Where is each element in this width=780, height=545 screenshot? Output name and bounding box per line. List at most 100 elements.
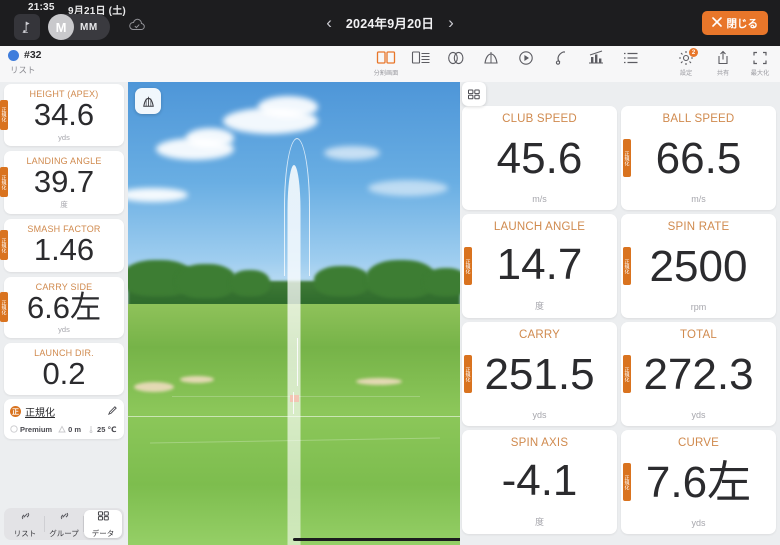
normalization-label: 正規化 (25, 408, 55, 420)
metric-value: 0.2 (42, 356, 86, 392)
right-metrics-panel: CLUB SPEED 45.6 m/s 正規化 BALL SPEED 66.5 … (460, 82, 780, 545)
close-button[interactable]: 閉じる (701, 11, 768, 35)
topbar-left-group: M MM (14, 14, 146, 40)
metric-card-curve[interactable]: 正規化 CURVE 7.6左 yds (621, 430, 776, 534)
ball-condition-label: Premium (20, 424, 53, 434)
avatar: M (48, 14, 74, 40)
metric-card-total[interactable]: 正規化 TOTAL 272.3 yds (621, 322, 776, 426)
metric-card-ball-speed[interactable]: 正規化 BALL SPEED 66.5 m/s (621, 106, 776, 210)
metric-card-launch-angle[interactable]: 正規化 LAUNCH ANGLE 14.7 度 (462, 214, 617, 318)
normalization-header: 正 正規化 (10, 403, 118, 421)
normalized-tab: 正規化 (623, 139, 631, 177)
normalized-tab: 正規化 (0, 230, 8, 261)
normalized-tab: 正規化 (623, 463, 631, 501)
normalization-conditions: Premium 0 m 25 ℃ (10, 425, 118, 434)
metric-card-landing-angle[interactable]: 正規化 LANDING ANGLE 39.7 度 (0, 150, 124, 215)
share-caption: 共有 (716, 70, 730, 77)
secondary-toolbar: #32 リスト 分割画面 2 設定 共有 最大化 (0, 46, 780, 82)
bottom-tab-list[interactable]: リスト (6, 510, 44, 538)
shot-simulation-view[interactable] (128, 82, 460, 545)
metric-label: SPIN AXIS (510, 437, 569, 449)
metric-card-launch-dir[interactable]: LAUNCH DIR. 0.2 (4, 343, 124, 395)
metric-label: CARRY (518, 329, 561, 341)
data-grid-icon (97, 509, 110, 527)
metric-card-smash-factor[interactable]: 正規化 SMASH FACTOR 1.46 (0, 219, 124, 272)
app-root: 21:35 9月21日 (土) M MM ‹ 2024年9月20日 › 閉じる (0, 0, 780, 545)
shot-shape-icon[interactable] (135, 88, 161, 114)
metric-card-height-apex[interactable]: 正規化 HEIGHT (APEX) 34.6 yds (0, 84, 124, 146)
grid-layout-icon[interactable] (462, 82, 486, 106)
account-name: MM (80, 21, 98, 33)
metric-unit: yds (532, 410, 547, 420)
table-layout-icon[interactable] (410, 49, 432, 67)
settings-badge: 2 (689, 48, 698, 57)
metric-value: 1.46 (33, 232, 95, 268)
ball-condition: Premium (10, 425, 52, 434)
shot-id-label: #32 (24, 49, 42, 61)
metrics-grid: CLUB SPEED 45.6 m/s 正規化 BALL SPEED 66.5 … (462, 106, 776, 534)
share-button[interactable]: 共有 (709, 49, 737, 77)
pencil-icon[interactable] (107, 403, 118, 421)
metric-value: 39.7 (33, 163, 95, 199)
bottom-tab-data[interactable]: データ (84, 510, 122, 538)
bottom-tab-label: グループ (49, 529, 79, 538)
metric-unit: m/s (691, 194, 706, 204)
metric-value: 66.5 (655, 133, 742, 183)
trajectory-icon[interactable] (480, 49, 502, 67)
status-time: 21:35 (28, 2, 55, 13)
normalized-tab: 正規化 (0, 99, 8, 130)
metric-label: CLUB SPEED (502, 113, 577, 125)
metric-card-club-speed[interactable]: CLUB SPEED 45.6 m/s (462, 106, 617, 210)
metric-unit: yds (58, 132, 70, 142)
split-screen-caption: 分割画面 (373, 70, 399, 77)
bottom-tab-bar: リスト グループ データ (4, 508, 124, 540)
normalized-tab: 正規化 (0, 167, 8, 198)
normalized-tab: 正規化 (623, 247, 631, 285)
cloud-shape (324, 146, 380, 160)
date-navigator: ‹ 2024年9月20日 › (300, 13, 480, 32)
metric-card-spin-axis[interactable]: SPIN AXIS -4.1 度 (462, 430, 617, 534)
metric-unit: 度 (534, 301, 544, 311)
tree-cluster (230, 270, 270, 296)
stats-chart-icon[interactable] (585, 49, 607, 67)
normalize-icon: 正 (10, 406, 21, 418)
metric-value: 6.6左 (26, 289, 102, 325)
prev-date-button[interactable]: ‹ (326, 14, 332, 31)
metric-card-carry-side[interactable]: 正規化 CARRY SIDE 6.6左 yds (0, 276, 124, 339)
list-icon[interactable] (620, 49, 642, 67)
shot-selector[interactable]: #32 (8, 49, 42, 61)
settings-caption: 設定 (679, 70, 693, 77)
close-x-icon (711, 16, 722, 30)
metric-value: -4.1 (501, 456, 578, 506)
split-screen-icon[interactable]: 分割画面 (373, 49, 399, 77)
club-path-icon[interactable] (550, 49, 572, 67)
next-date-button[interactable]: › (448, 14, 454, 31)
bottom-tab-group[interactable]: グループ (45, 510, 83, 538)
settings-button[interactable]: 2 設定 (672, 48, 700, 77)
maximize-caption: 最大化 (750, 70, 770, 77)
metric-unit: m/s (532, 194, 547, 204)
tree-cluster (424, 268, 460, 296)
account-chip[interactable]: M MM (48, 14, 110, 40)
normalized-tab: 正規化 (464, 247, 472, 285)
normalization-card[interactable]: 正 正規化 Premium 0 m 25 ℃ (4, 398, 124, 439)
list-link-icon (19, 509, 32, 527)
golf-swing-icon[interactable] (14, 14, 40, 40)
cloud-check-icon[interactable] (128, 18, 146, 37)
normalized-tab: 正規化 (464, 355, 472, 393)
metric-value: 14.7 (496, 240, 583, 290)
bottom-tab-label: リスト (13, 529, 37, 538)
metric-unit: yds (691, 518, 706, 528)
metric-label: LAUNCH ANGLE (493, 221, 586, 233)
ball-flight-icon[interactable] (445, 49, 467, 67)
metric-card-carry[interactable]: 正規化 CARRY 251.5 yds (462, 322, 617, 426)
play-video-icon[interactable] (515, 49, 537, 67)
maximize-button[interactable]: 最大化 (746, 49, 774, 77)
horizontal-scrollbar[interactable] (293, 538, 460, 541)
metric-value: 34.6 (33, 97, 95, 132)
cloud-shape (368, 180, 448, 196)
metric-label: BALL SPEED (662, 113, 735, 125)
normalized-tab: 正規化 (0, 292, 8, 323)
metric-label: TOTAL (680, 329, 717, 341)
metric-card-spin-rate[interactable]: 正規化 SPIN RATE 2500 rpm (621, 214, 776, 318)
